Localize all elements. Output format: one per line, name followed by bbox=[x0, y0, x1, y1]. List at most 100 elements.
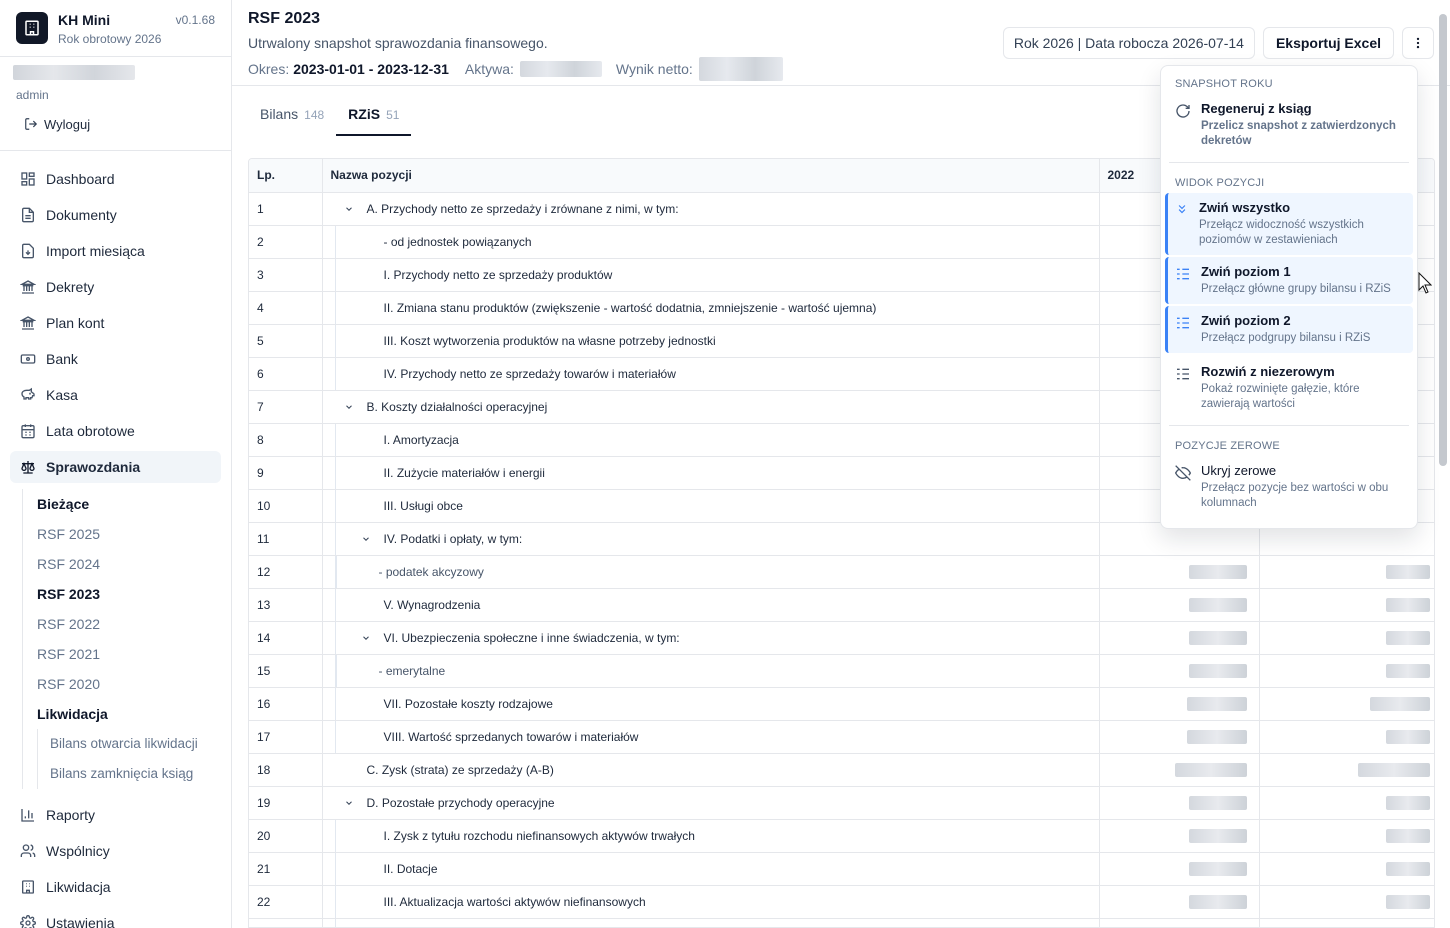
year-chip[interactable]: Rok 2026 | Data robocza 2026-07-14 bbox=[1002, 27, 1255, 59]
subnav-item-rsf-2021[interactable]: RSF 2021 bbox=[37, 639, 221, 669]
row-lp: 4 bbox=[249, 291, 323, 325]
nav-item-ustawienia[interactable]: Ustawienia bbox=[10, 907, 221, 928]
nav-label: Import miesiąca bbox=[46, 243, 145, 259]
tab-rzis[interactable]: RZiS 51 bbox=[336, 106, 412, 136]
table-row[interactable]: 20 I. Zysk z tytułu rozchodu niefinansowy… bbox=[249, 819, 1434, 853]
row-name: VI. Ubezpieczenia społeczne i inne świad… bbox=[383, 630, 680, 645]
nav-item-sprawozdania[interactable]: Sprawozdania bbox=[10, 451, 221, 483]
row-name: VII. Pozostałe koszty rodzajowe bbox=[383, 696, 553, 711]
nav-item-kasa[interactable]: Kasa bbox=[10, 379, 221, 411]
chevron-down-icon[interactable] bbox=[339, 798, 359, 808]
table-row[interactable]: 22 III. Aktualizacja wartości aktywów nie… bbox=[249, 885, 1434, 919]
nav-label: Kasa bbox=[46, 387, 78, 403]
table-row[interactable]: 16 VII. Pozostałe koszty rodzajowe bbox=[249, 687, 1434, 721]
subnav-item-rsf-2024[interactable]: RSF 2024 bbox=[37, 549, 221, 579]
nav-item-wspolnicy[interactable]: Wspólnicy bbox=[10, 835, 221, 867]
menu-item-ukryj-zerowe[interactable]: Ukryj zerowe Przełącz pozycje bez wartoś… bbox=[1165, 456, 1413, 518]
refresh-icon bbox=[1176, 104, 1190, 118]
page-scrollbar[interactable] bbox=[1439, 14, 1447, 466]
subnav-item-likwidacja[interactable]: Likwidacja bbox=[37, 699, 221, 729]
wynik-label: Wynik netto: bbox=[615, 61, 693, 77]
row-name-cell: B. Koszty działalności operacyjnej bbox=[322, 390, 1100, 424]
table-row[interactable]: 21 II. Dotacje bbox=[249, 852, 1434, 886]
row-name: VIII. Wartość sprzedanych towarów i mate… bbox=[383, 729, 639, 744]
menu-item-regeneruj[interactable]: Regeneruj z ksiąg Przelicz snapshot z za… bbox=[1165, 94, 1413, 156]
row-name-cell: IV. Inne przychody operacyjne bbox=[322, 918, 1100, 927]
row-name-cell: III. Usługi obce bbox=[322, 489, 1100, 523]
value-redacted bbox=[1386, 894, 1430, 909]
export-excel-button[interactable]: Eksportuj Excel bbox=[1262, 27, 1394, 59]
menu-item-rozwin-niezerowym[interactable]: Rozwiń z niezerowym Pokaż rozwinięte gał… bbox=[1165, 357, 1413, 419]
subnav-item-biezace[interactable]: Bieżące bbox=[37, 489, 221, 519]
row-value-2022 bbox=[1099, 885, 1260, 919]
row-lp: 19 bbox=[249, 786, 323, 820]
row-value-2022 bbox=[1099, 753, 1260, 787]
nav-item-raporty[interactable]: Raporty bbox=[10, 799, 221, 831]
row-value-current bbox=[1259, 819, 1434, 853]
bank-building-icon bbox=[20, 316, 36, 330]
menu-item-desc: Przelicz snapshot z zatwierdzonych dekre… bbox=[1201, 120, 1396, 147]
row-name-cell: III. Aktualizacja wartości aktywów niefi… bbox=[322, 885, 1100, 919]
table-row[interactable]: 13 V. Wynagrodzenia bbox=[249, 588, 1434, 622]
row-name: V. Wynagrodzenia bbox=[383, 597, 481, 612]
logout-link[interactable]: Wyloguj bbox=[24, 116, 219, 132]
dd-section-zerowe: POZYCJE ZEROWE bbox=[1175, 440, 1280, 452]
tab-bilans[interactable]: Bilans 148 bbox=[248, 106, 336, 136]
app-subtitle: Rok obrotowy 2026 bbox=[58, 32, 162, 46]
table-row[interactable]: 23IV. Inne przychody operacyjne bbox=[249, 918, 1434, 927]
menu-item-zwin-poziom-1[interactable]: Zwiń poziom 1 Przełącz główne grupy bila… bbox=[1165, 257, 1413, 304]
row-value-current bbox=[1259, 786, 1434, 820]
chevron-down-icon[interactable] bbox=[356, 534, 376, 544]
chevron-down-icon[interactable] bbox=[339, 402, 359, 412]
menu-item-zwin-poziom-2[interactable]: Zwiń poziom 2 Przełącz podgrupy bilansu … bbox=[1165, 306, 1413, 353]
table-row[interactable]: 17 VIII. Wartość sprzedanych towarów i ma… bbox=[249, 720, 1434, 754]
table-row[interactable]: 15 - emerytalne bbox=[249, 654, 1434, 688]
chevron-down-icon[interactable] bbox=[339, 204, 359, 214]
tab-label: Bilans bbox=[260, 106, 299, 122]
reports-subnav: Bieżące RSF 2025 RSF 2024 RSF 2023 RSF 2… bbox=[22, 489, 221, 789]
menu-item-zwin-wszystko[interactable]: Zwiń wszystko Przełącz widoczność wszyst… bbox=[1165, 193, 1413, 255]
chevrons-down-icon bbox=[1178, 205, 1186, 214]
row-value-2022 bbox=[1099, 819, 1260, 853]
subnav-item-rsf-2025[interactable]: RSF 2025 bbox=[37, 519, 221, 549]
row-name: III. Koszt wytworzenia produktów na włas… bbox=[383, 333, 716, 348]
nav-item-dokumenty[interactable]: Dokumenty bbox=[10, 199, 221, 231]
row-name: - od jednostek powiązanych bbox=[383, 234, 532, 249]
table-row[interactable]: 12 - podatek akcyzowy bbox=[249, 555, 1434, 589]
row-lp: 11 bbox=[249, 522, 323, 556]
row-value-2022 bbox=[1099, 918, 1260, 927]
nav-item-likwidacja[interactable]: Likwidacja bbox=[10, 871, 221, 903]
value-redacted bbox=[1386, 564, 1430, 579]
nav-item-plan-kont[interactable]: Plan kont bbox=[10, 307, 221, 339]
row-lp: 18 bbox=[249, 753, 323, 787]
subnav-item-bilans-otwarcia[interactable]: Bilans otwarcia likwidacji bbox=[50, 729, 221, 759]
row-lp: 17 bbox=[249, 720, 323, 754]
wynik-value-redacted bbox=[698, 57, 783, 81]
nav-item-dashboard[interactable]: Dashboard bbox=[10, 163, 221, 195]
row-name-cell: II. Zużycie materiałów i energii bbox=[322, 456, 1100, 490]
chevron-down-icon[interactable] bbox=[356, 633, 376, 643]
nav-item-import[interactable]: Import miesiąca bbox=[10, 235, 221, 267]
row-name-cell: II. Zmiana stanu produktów (zwiększenie … bbox=[322, 291, 1100, 325]
mouse-cursor-icon bbox=[1418, 272, 1432, 294]
sidebar: KH Mini Rok obrotowy 2026 v0.1.68 admin … bbox=[0, 0, 232, 928]
table-row[interactable]: 14 VI. Ubezpieczenia społeczne i inne świ… bbox=[249, 621, 1434, 655]
row-name-cell: - podatek akcyzowy bbox=[322, 555, 1100, 589]
subnav-item-bilans-zamkniecia[interactable]: Bilans zamknięcia ksiąg bbox=[50, 759, 221, 789]
table-row[interactable]: 18 C. Zysk (strata) ze sprzedaży (A-B) bbox=[249, 753, 1434, 787]
subnav-item-rsf-2023[interactable]: RSF 2023 bbox=[37, 579, 221, 609]
nav-item-dekrety[interactable]: Dekrety bbox=[10, 271, 221, 303]
nav-item-lata-obrotowe[interactable]: Lata obrotowe bbox=[10, 415, 221, 447]
menu-item-desc: Pokaż rozwinięte gałęzie, które zawieraj… bbox=[1201, 383, 1360, 410]
nav-label: Bank bbox=[46, 351, 78, 367]
subnav-item-rsf-2020[interactable]: RSF 2020 bbox=[37, 669, 221, 699]
row-name: - podatek akcyzowy bbox=[378, 564, 484, 579]
subnav-item-rsf-2022[interactable]: RSF 2022 bbox=[37, 609, 221, 639]
okres-value: 2023-01-01 - 2023-12-31 bbox=[293, 61, 449, 77]
nav-item-bank[interactable]: Bank bbox=[10, 343, 221, 375]
col-header-lp: Lp. bbox=[249, 159, 323, 193]
tab-count: 148 bbox=[304, 108, 325, 122]
chart-icon bbox=[21, 809, 34, 822]
table-row[interactable]: 19 D. Pozostałe przychody operacyjne bbox=[249, 786, 1434, 820]
more-menu-button[interactable] bbox=[1402, 27, 1434, 59]
